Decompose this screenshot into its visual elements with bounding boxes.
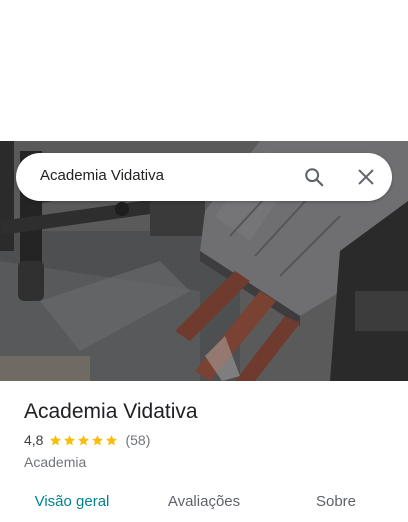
- star-icon: [106, 434, 118, 445]
- review-count[interactable]: (58): [125, 432, 150, 448]
- search-bar[interactable]: Academia Vidativa: [16, 153, 392, 201]
- search-input[interactable]: Academia Vidativa: [40, 167, 164, 184]
- place-category: Academia: [24, 454, 87, 470]
- place-info: Academia Vidativa 4,8 (58) Academia: [24, 398, 394, 470]
- close-icon[interactable]: [355, 166, 377, 188]
- star-icon: [78, 434, 90, 445]
- rating-row[interactable]: 4,8 (58): [24, 431, 394, 449]
- tab-about[interactable]: Sobre: [316, 493, 356, 510]
- star-icon: [64, 434, 76, 445]
- search-icon[interactable]: [303, 166, 325, 188]
- place-title: Academia Vidativa: [24, 400, 198, 423]
- star-icon: [50, 434, 62, 445]
- tab-overview[interactable]: Visão geral: [35, 493, 110, 510]
- star-icon: [92, 434, 104, 445]
- star-rating: [49, 434, 119, 447]
- tab-reviews[interactable]: Avaliações: [168, 493, 240, 510]
- tab-bar: Visão geral Avaliações Sobre: [0, 483, 408, 522]
- rating-value: 4,8: [24, 432, 44, 448]
- top-blank-area: [0, 0, 408, 141]
